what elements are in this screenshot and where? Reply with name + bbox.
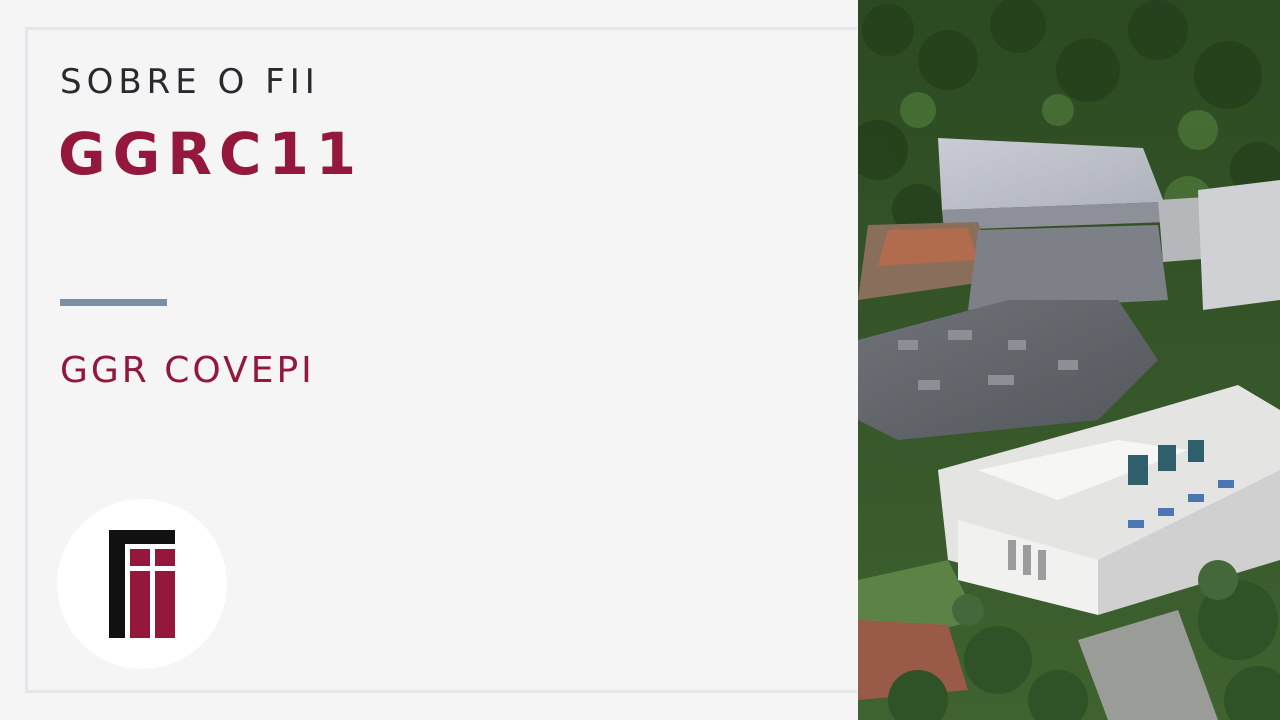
fund-ticker: GGRC11 [58,120,364,188]
slide: SOBRE O FII GGRC11 GGR COVEPI [0,0,1280,720]
fii-logo-icon [109,530,175,638]
divider [60,299,167,306]
section-eyebrow: SOBRE O FII [60,62,320,102]
fund-name: GGR COVEPI [60,350,315,391]
aerial-photo [858,0,1280,720]
logo-badge [57,499,227,669]
aerial-photo-image [858,0,1280,720]
